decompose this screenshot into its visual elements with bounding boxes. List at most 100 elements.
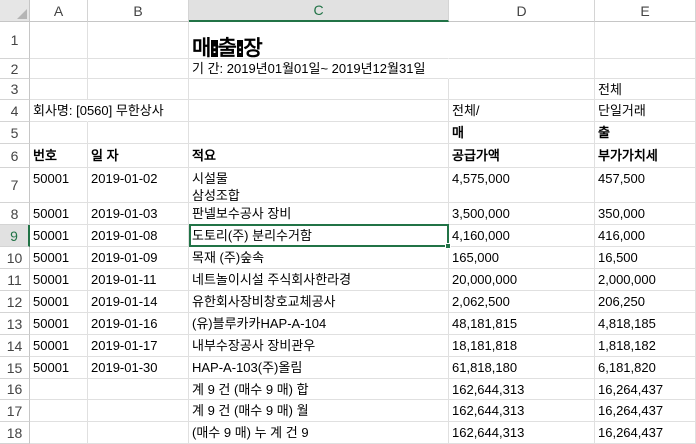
cell-c3[interactable] [189,79,449,100]
cell-no[interactable]: 50001 [30,335,88,357]
cell-date[interactable]: 2019-01-30 [88,357,189,379]
cell-vat[interactable]: 16,500 [595,247,696,269]
cell-supply[interactable]: 4,160,000 [449,225,595,247]
row-header-3[interactable]: 3 [0,79,30,100]
cell-date[interactable]: 2019-01-17 [88,335,189,357]
cell-date[interactable]: 2019-01-02 [88,168,189,203]
cell-supply[interactable]: 3,500,000 [449,203,595,225]
cell-vat[interactable]: 457,500 [595,168,696,203]
row-header-9[interactable]: 9 [0,225,30,247]
cell-summary[interactable]: 판넬보수공사 장비 [189,203,449,225]
cell-b18[interactable] [88,422,189,444]
cell-no[interactable]: 50001 [30,291,88,313]
cell-a16[interactable] [30,379,88,400]
cell-vat[interactable]: 206,250 [595,291,696,313]
cell-d4[interactable]: 전체/ [449,100,595,122]
cell-e2[interactable] [595,59,696,79]
row-header-7[interactable]: 7 [0,168,30,203]
cell-no[interactable]: 50001 [30,225,88,247]
header-date[interactable]: 일 자 [88,144,189,168]
cell-total-supply[interactable]: 162,644,313 [449,379,595,400]
cell-supply[interactable]: 4,575,000 [449,168,595,203]
cell-supply[interactable]: 2,062,500 [449,291,595,313]
cell-no[interactable]: 50001 [30,247,88,269]
cell-summary[interactable]: 내부수장공사 장비관우 [189,335,449,357]
cell-vat[interactable]: 6,181,820 [595,357,696,379]
cell-vat[interactable]: 350,000 [595,203,696,225]
cell-b16[interactable] [88,379,189,400]
column-header-c[interactable]: C [189,0,449,22]
cell-a2[interactable] [30,59,88,79]
cell-summary[interactable]: 네트놀이시설 주식회사한라경 [189,269,449,291]
row-header-6[interactable]: 6 [0,144,30,168]
cell-b4[interactable] [88,100,189,122]
cell-summary-active[interactable]: 도토리(주) 분리수거함 [189,225,449,247]
cell-supply[interactable]: 61,818,180 [449,357,595,379]
cell-summary[interactable]: 목재 (주)숲속 [189,247,449,269]
cell-date[interactable]: 2019-01-11 [88,269,189,291]
cell-b3[interactable] [88,79,189,100]
cell-total-summary[interactable]: 계 9 건 (매수 9 매) 합 [189,379,449,400]
cell-c2-period[interactable]: 기 간: 2019년01월01일~ 2019년12월31일 [189,59,449,79]
cell-date[interactable]: 2019-01-03 [88,203,189,225]
cell-no[interactable]: 50001 [30,313,88,335]
cell-summary[interactable]: (유)블루카카HAP-A-104 [189,313,449,335]
cell-summary[interactable]: 유한회사장비창호교체공사 [189,291,449,313]
header-summary[interactable]: 적요 [189,144,449,168]
cell-date[interactable]: 2019-01-14 [88,291,189,313]
cell-total-vat[interactable]: 16,264,437 [595,400,696,422]
cell-b2[interactable] [88,59,189,79]
cell-a1[interactable] [30,22,88,59]
row-header-17[interactable]: 17 [0,400,30,422]
cell-total-vat[interactable]: 16,264,437 [595,379,696,400]
cell-no[interactable]: 50001 [30,269,88,291]
row-header-1[interactable]: 1 [0,22,30,59]
row-header-11[interactable]: 11 [0,269,30,291]
cell-vat[interactable]: 2,000,000 [595,269,696,291]
row-header-5[interactable]: 5 [0,122,30,144]
column-header-a[interactable]: A [30,0,88,22]
row-header-4[interactable]: 4 [0,100,30,122]
cell-d2[interactable] [449,59,595,79]
cell-date[interactable]: 2019-01-09 [88,247,189,269]
header-vat[interactable]: 부가가치세 [595,144,696,168]
row-header-14[interactable]: 14 [0,335,30,357]
cell-b5[interactable] [88,122,189,144]
cell-e3[interactable]: 전체 [595,79,696,100]
cell-supply[interactable]: 20,000,000 [449,269,595,291]
cell-b17[interactable] [88,400,189,422]
cell-d5[interactable]: 매 [449,122,595,144]
cell-c1-report-title[interactable]: 매:출:장 [189,22,449,59]
cell-summary[interactable]: 시설물 삼성조합 [189,168,449,203]
cell-date[interactable]: 2019-01-16 [88,313,189,335]
row-header-12[interactable]: 12 [0,291,30,313]
row-header-13[interactable]: 13 [0,313,30,335]
cell-vat[interactable]: 416,000 [595,225,696,247]
cell-e1[interactable] [595,22,696,59]
cell-summary[interactable]: HAP-A-103(주)올림 [189,357,449,379]
cell-a17[interactable] [30,400,88,422]
cell-total-summary[interactable]: (매수 9 매) 누 계 건 9 [189,422,449,444]
row-header-16[interactable]: 16 [0,379,30,400]
cell-no[interactable]: 50001 [30,357,88,379]
cell-e4[interactable]: 단일거래 [595,100,696,122]
cell-vat[interactable]: 1,818,182 [595,335,696,357]
cell-e5[interactable]: 출 [595,122,696,144]
cell-c5[interactable] [189,122,449,144]
row-header-10[interactable]: 10 [0,247,30,269]
cell-supply[interactable]: 18,181,818 [449,335,595,357]
cell-vat[interactable]: 4,818,185 [595,313,696,335]
column-header-b[interactable]: B [88,0,189,22]
cell-total-supply[interactable]: 162,644,313 [449,400,595,422]
row-header-18[interactable]: 18 [0,422,30,444]
cell-a18[interactable] [30,422,88,444]
cell-date[interactable]: 2019-01-08 [88,225,189,247]
cell-b1[interactable] [88,22,189,59]
cell-c4[interactable] [189,100,449,122]
cell-d1[interactable] [449,22,595,59]
cell-a5[interactable] [30,122,88,144]
cell-supply[interactable]: 48,181,815 [449,313,595,335]
cell-d3[interactable] [449,79,595,100]
cell-no[interactable]: 50001 [30,168,88,203]
row-header-2[interactable]: 2 [0,59,30,79]
